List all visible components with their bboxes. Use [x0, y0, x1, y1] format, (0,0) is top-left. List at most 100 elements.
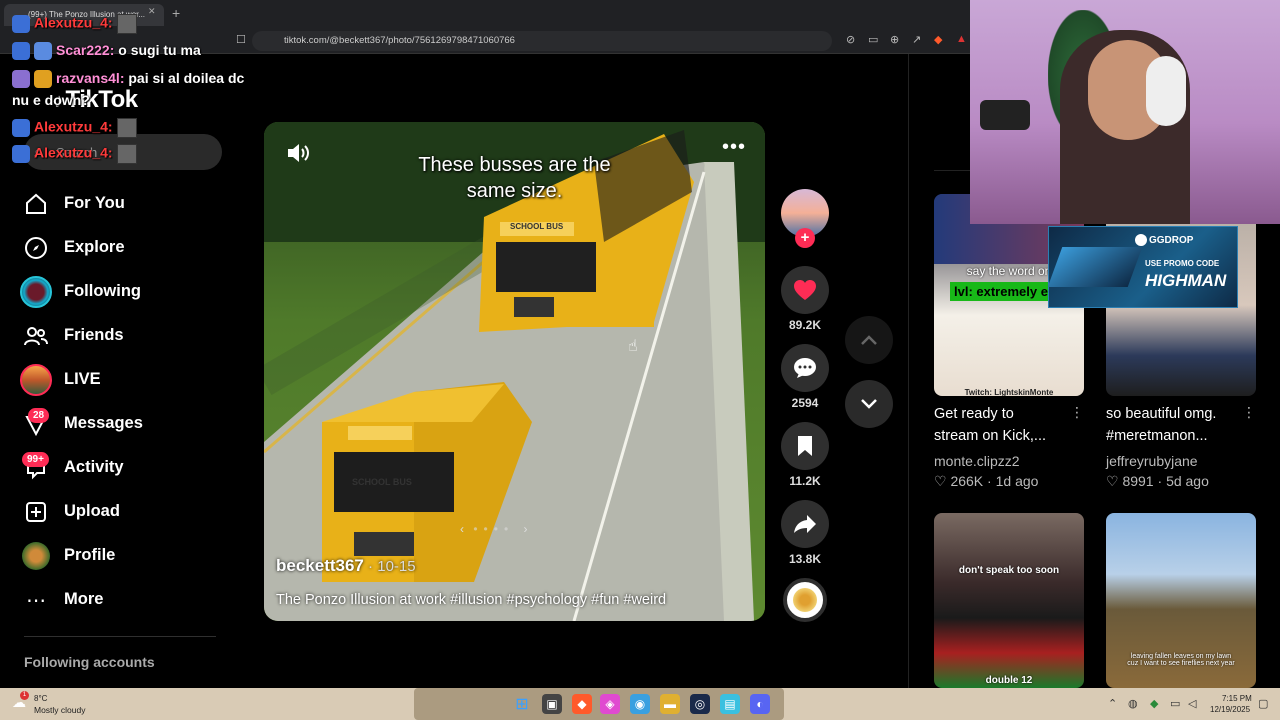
notification-icon[interactable]: ▢: [1258, 697, 1268, 710]
heart-outline-icon: ♡: [934, 473, 947, 489]
rewards-icon[interactable]: ▲: [956, 33, 967, 45]
share-count: 13.8K: [788, 552, 822, 566]
volume-icon[interactable]: [286, 142, 310, 170]
chat-badge-icon: [12, 15, 30, 33]
like-action: 89.2K: [781, 266, 829, 332]
sidebar-divider: [24, 636, 216, 637]
bookmark-icon[interactable]: ☐: [236, 33, 246, 46]
notepad-icon[interactable]: ▤: [720, 694, 740, 714]
extension-icon[interactable]: ⊘: [846, 33, 855, 46]
chat-message: Alexutzu_4:: [12, 144, 137, 164]
recommended-video-title[interactable]: so beautiful omg. #meretmanon...: [1106, 403, 1216, 447]
messages-badge: 28: [28, 408, 50, 423]
discord-icon[interactable]: ◐: [750, 694, 770, 714]
steam-icon[interactable]: ◎: [690, 694, 710, 714]
sidebar-item-activity[interactable]: Activity: [20, 452, 220, 484]
chat-badge-icon: [12, 42, 30, 61]
live-avatar-icon: [20, 364, 52, 396]
tray-chevron-up-icon[interactable]: ⌃: [1108, 697, 1117, 710]
sidebar-item-more[interactable]: ⋯ More: [20, 584, 220, 616]
weather-description: Mostly cloudy: [34, 705, 86, 715]
sidebar-item-for-you[interactable]: For You: [20, 188, 220, 220]
video-player[interactable]: SCHOOL BUS SCHOOL BUS These busses are t…: [264, 122, 765, 621]
sidebar-item-profile[interactable]: Profile: [20, 540, 220, 572]
follow-plus-icon[interactable]: +: [795, 228, 815, 248]
recommended-video-author[interactable]: monte.clipzz2: [934, 453, 1020, 469]
thumb-options-icon[interactable]: ⋮: [1070, 404, 1084, 421]
ggdrop-logo-icon: [1135, 234, 1147, 246]
sidebar-item-following[interactable]: Following: [20, 276, 220, 308]
thumb-overlay-text: double 12: [985, 675, 1033, 686]
clock-date[interactable]: 12/19/2025: [1210, 705, 1250, 714]
sound-cover-icon: [793, 588, 817, 612]
task-view-icon[interactable]: ▣: [542, 694, 562, 714]
home-icon: [20, 188, 52, 220]
upload-icon: [20, 496, 52, 528]
chevron-up-icon: [861, 335, 877, 345]
clock-time[interactable]: 7:15 PM: [1222, 694, 1252, 703]
weather-temperature: 8°C: [34, 694, 48, 703]
bus-label-near: SCHOOL BUS: [352, 477, 412, 487]
heart-outline-icon: ♡: [1106, 473, 1119, 489]
sidebar-item-upload[interactable]: Upload: [20, 496, 220, 528]
chat-badge-icon: [12, 145, 30, 163]
browser-tabstrip: (99+) The Ponzo Illusion at wor... ✕ +: [0, 0, 970, 28]
carousel-dots: ••••: [473, 522, 515, 536]
brave-browser-icon[interactable]: ◆: [572, 694, 592, 714]
recommended-video-stats: ♡ 266K · 1d ago: [934, 473, 1039, 489]
video-options-icon[interactable]: •••: [722, 136, 746, 159]
headset-image: [1146, 56, 1186, 126]
recommended-video-stats: ♡ 8991 · 5d ago: [1106, 473, 1209, 489]
url-text: tiktok.com/@beckett367/photo/75612697984…: [284, 35, 515, 46]
profile-avatar-icon: [20, 540, 52, 572]
thumb-options-icon[interactable]: ⋮: [1242, 404, 1256, 421]
app-icon[interactable]: ◈: [600, 694, 620, 714]
tray-app-icon[interactable]: ◍: [1128, 697, 1138, 710]
chat-badge-icon: [12, 70, 30, 89]
carousel-next-icon[interactable]: ›: [524, 522, 528, 536]
sound-disc[interactable]: [783, 578, 827, 622]
sidebar-item-explore[interactable]: Explore: [20, 232, 220, 264]
sidebar-item-friends[interactable]: Friends: [20, 320, 220, 352]
recommended-video-thumb[interactable]: don't speak too soon double 12: [934, 513, 1084, 688]
share-arrow-icon: [794, 515, 816, 533]
previous-video-button[interactable]: [845, 316, 893, 364]
video-description: The Ponzo Illusion at work #illusion #ps…: [276, 592, 667, 608]
sidebar-item-messages[interactable]: Messages: [20, 408, 220, 440]
carousel-prev-icon[interactable]: ‹: [460, 522, 464, 536]
recommended-video-thumb[interactable]: leaving fallen leaves on my lawn cuz I w…: [1106, 513, 1256, 688]
cast-icon[interactable]: ▭: [868, 33, 878, 46]
close-tab-icon[interactable]: ✕: [148, 6, 156, 17]
app-icon[interactable]: ◉: [630, 694, 650, 714]
tray-security-icon[interactable]: ◆: [1150, 697, 1158, 710]
save-button[interactable]: [781, 422, 829, 470]
recommended-video-author[interactable]: jeffreyrubyjane: [1106, 453, 1198, 469]
share-button[interactable]: [781, 500, 829, 548]
file-explorer-icon[interactable]: ▬: [660, 694, 680, 714]
recommended-video-title[interactable]: Get ready to stream on Kick,...: [934, 403, 1046, 447]
share-action: 13.8K: [781, 500, 829, 566]
next-video-button[interactable]: [845, 380, 893, 428]
activity-badge: 99+: [22, 452, 49, 467]
share-icon[interactable]: ↗: [912, 33, 921, 46]
like-count: 89.2K: [788, 318, 822, 332]
save-count: 11.2K: [789, 474, 821, 488]
bus-label-far: SCHOOL BUS: [510, 222, 564, 231]
microphone-image: [980, 100, 1030, 130]
sidebar-item-live[interactable]: LIVE: [20, 364, 220, 396]
chat-badge-icon: [34, 42, 52, 61]
zoom-icon[interactable]: ⊕: [890, 33, 899, 46]
network-icon[interactable]: ▭: [1170, 697, 1180, 710]
promo-banner: GGDROP USE PROMO CODE HIGHMAN: [1047, 226, 1238, 308]
knife-image-icon: [1047, 247, 1143, 287]
following-avatar-icon: [20, 276, 52, 308]
comment-button[interactable]: [781, 344, 829, 392]
chat-emote-icon: [116, 118, 137, 138]
volume-tray-icon[interactable]: ◁: [1188, 697, 1196, 710]
video-caption-overlay: These busses are the same size.: [418, 154, 611, 202]
video-author[interactable]: beckett367 · 10-15: [276, 556, 416, 576]
brave-shield-icon[interactable]: ◆: [934, 33, 942, 46]
new-tab-icon[interactable]: +: [172, 6, 180, 20]
like-button[interactable]: [781, 266, 829, 314]
start-menu-icon[interactable]: ⊞: [512, 694, 532, 714]
